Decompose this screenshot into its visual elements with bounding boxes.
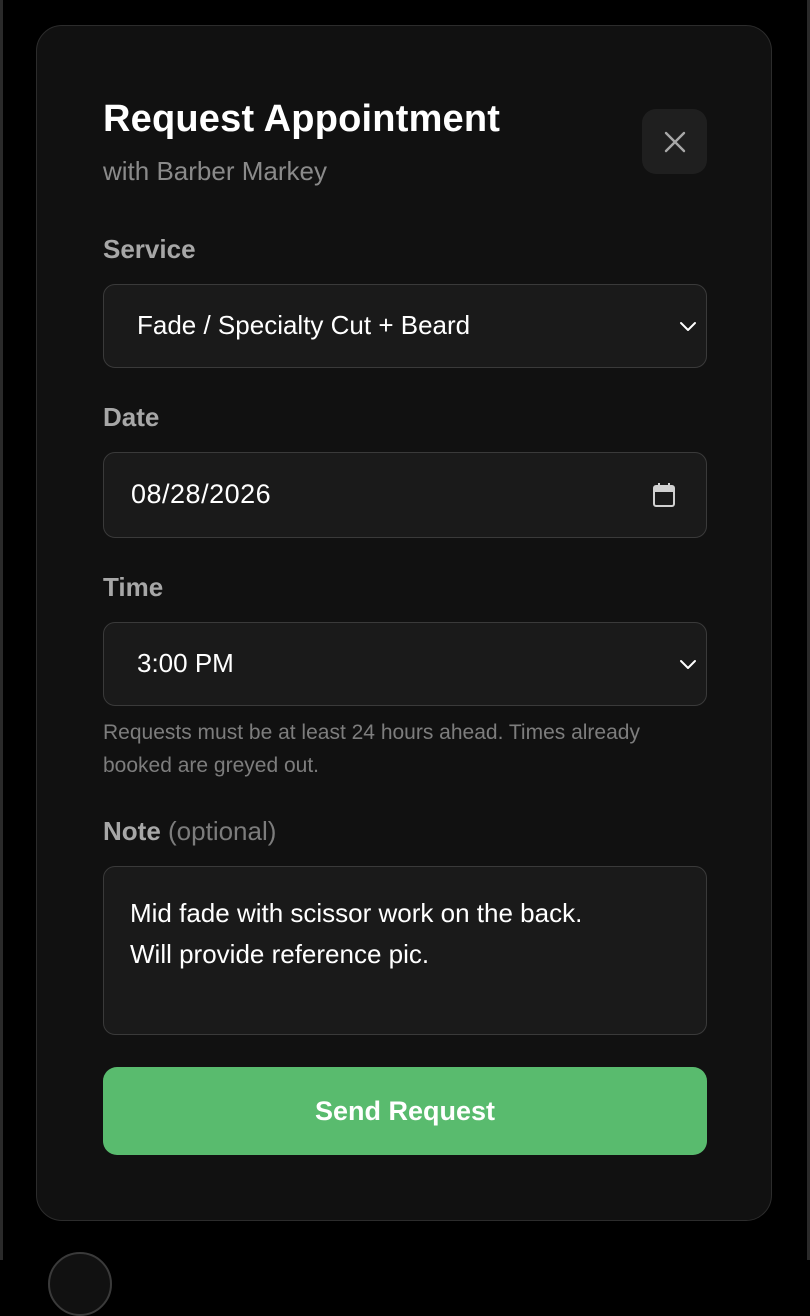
note-label-text: Note (103, 816, 161, 846)
modal-title: Request Appointment (103, 98, 501, 140)
service-select[interactable]: Fade / Specialty Cut + Beard (103, 284, 707, 368)
note-optional-text: (optional) (168, 816, 277, 846)
date-input[interactable]: 08/28/2026 (103, 452, 707, 538)
chevron-down-icon (680, 660, 696, 669)
note-label: Note (optional) (103, 816, 276, 847)
date-input-value: 08/28/2026 (131, 479, 272, 509)
background-edge-left (0, 0, 3, 1260)
appointment-modal: Request Appointment with Barber Markey S… (36, 25, 772, 1221)
modal-subtitle: with Barber Markey (103, 156, 327, 186)
time-help-text: Requests must be at least 24 hours ahead… (103, 721, 640, 777)
avatar (48, 1252, 112, 1316)
chevron-down-icon (680, 322, 696, 331)
time-select[interactable]: 3:00 PM (103, 622, 707, 706)
service-label: Service (103, 234, 196, 264)
send-request-button[interactable]: Send Request (103, 1067, 707, 1155)
note-textarea[interactable]: Mid fade with scissor work on the back. … (103, 866, 707, 1035)
calendar-icon[interactable] (652, 482, 676, 508)
time-label: Time (103, 572, 164, 602)
date-label: Date (103, 402, 160, 432)
note-textarea-value: Mid fade with scissor work on the back. … (130, 898, 583, 969)
close-icon (664, 131, 685, 152)
service-select-value: Fade / Specialty Cut + Beard (137, 310, 471, 340)
time-select-value: 3:00 PM (137, 648, 234, 678)
close-button[interactable] (642, 109, 707, 174)
